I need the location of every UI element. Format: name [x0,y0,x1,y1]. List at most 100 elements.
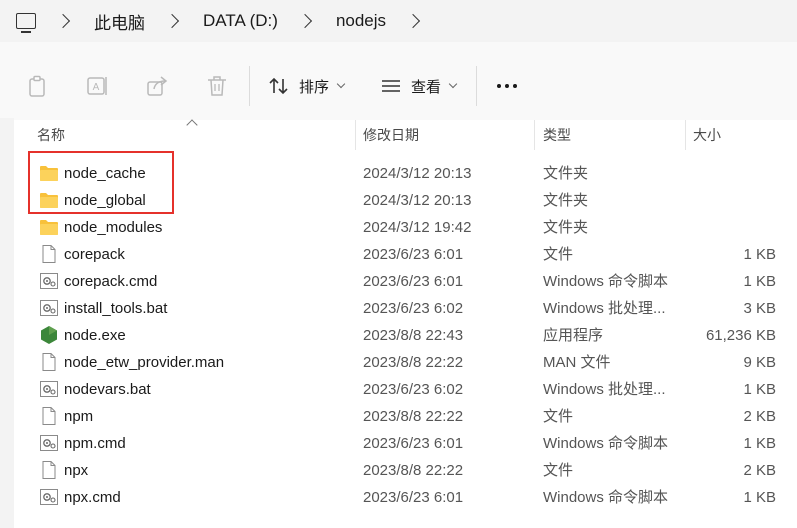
file-name: install_tools.bat [64,300,168,317]
file-row[interactable]: corepack 2023/6/23 6:01 文件 1 KB [28,241,788,268]
file-date: 2023/6/23 6:01 [363,489,464,506]
file-date: 2023/6/23 6:02 [363,381,464,398]
more-icon[interactable] [497,84,517,88]
file-size: 2 KB [743,462,776,479]
breadcrumb-data-drive[interactable]: DATA (D:) [203,11,278,31]
script-icon [39,380,59,398]
file-icon [39,245,59,263]
column-header-date-label: 修改日期 [363,127,419,143]
script-icon [39,272,59,290]
file-date: 2023/6/23 6:01 [363,246,464,263]
file-name: npm.cmd [64,435,126,452]
file-type: 文件夹 [543,219,589,236]
sort-label: 排序 [299,78,330,96]
file-size: 1 KB [743,273,776,290]
file-date: 2023/6/23 6:02 [363,300,464,317]
chevron-down-icon [336,79,346,89]
file-date: 2023/6/23 6:01 [363,435,464,452]
view-button[interactable]: 查看 [380,72,458,100]
file-icon [39,353,59,371]
file-size: 1 KB [743,489,776,506]
column-header-type-label: 类型 [543,127,571,143]
file-name: npx.cmd [64,489,121,506]
file-type: Windows 命令脚本 [543,435,669,452]
file-row[interactable]: npx.cmd 2023/6/23 6:01 Windows 命令脚本 1 KB [28,484,788,511]
file-date: 2023/8/8 22:22 [363,354,464,371]
file-date: 2023/8/8 22:22 [363,408,464,425]
column-header-name[interactable]: 名称 [37,120,355,150]
file-size: 9 KB [743,354,776,371]
file-name: npm [64,408,94,425]
script-icon [39,299,59,317]
address-bar[interactable]: 此电脑 DATA (D:) nodejs [0,0,797,42]
file-name: nodevars.bat [64,381,151,398]
file-row[interactable]: npm 2023/8/8 22:22 文件 2 KB [28,403,788,430]
file-size: 1 KB [743,435,776,452]
file-type: Windows 批处理... [543,381,666,398]
file-date: 2024/3/12 20:13 [363,165,472,182]
column-divider[interactable] [534,120,535,150]
delete-icon[interactable] [205,74,229,98]
column-header-size[interactable]: 大小 [693,120,783,150]
file-icon [39,407,59,425]
copy-icon[interactable] [25,74,49,98]
file-date: 2024/3/12 20:13 [363,192,472,209]
chevron-right-icon[interactable] [405,13,421,29]
file-size: 2 KB [743,408,776,425]
file-type: MAN 文件 [543,354,611,371]
file-row[interactable]: npx 2023/8/8 22:22 文件 2 KB [28,457,788,484]
file-type: Windows 批处理... [543,300,666,317]
chevron-right-icon[interactable] [297,13,313,29]
file-row[interactable]: node_etw_provider.man 2023/8/8 22:22 MAN 文… [28,349,788,376]
file-type: Windows 命令脚本 [543,489,669,506]
file-type: 文件 [543,408,574,425]
command-bar: A 排序 查看 [0,42,797,120]
file-size: 1 KB [743,381,776,398]
chevron-right-icon[interactable] [164,13,180,29]
file-name: npx [64,462,89,479]
breadcrumb-this-pc[interactable]: 此电脑 [94,9,145,34]
toolbar-divider [476,66,477,106]
share-icon[interactable] [145,74,169,98]
script-icon [39,488,59,506]
file-size: 3 KB [743,300,776,317]
sort-button[interactable]: 排序 [268,72,346,100]
file-type: 应用程序 [543,327,604,344]
file-row[interactable]: node.exe 2023/8/8 22:43 应用程序 61,236 KB [28,322,788,349]
computer-icon[interactable] [16,13,36,33]
file-row[interactable]: npm.cmd 2023/6/23 6:01 Windows 命令脚本 1 KB [28,430,788,457]
breadcrumb-nodejs[interactable]: nodejs [336,11,386,31]
file-date: 2024/3/12 19:42 [363,219,472,236]
column-header-size-label: 大小 [693,127,721,143]
file-type: 文件 [543,246,574,263]
navigation-pane-edge [0,118,14,528]
file-row[interactable]: nodevars.bat 2023/6/23 6:02 Windows 批处理...… [28,376,788,403]
file-size: 1 KB [743,246,776,263]
sort-icon [269,77,288,95]
file-name: node_modules [64,219,163,236]
file-name: corepack [64,246,125,263]
column-header-name-label: 名称 [37,127,65,143]
column-header-date[interactable]: 修改日期 [363,120,533,150]
script-icon [39,434,59,452]
file-row[interactable]: corepack.cmd 2023/6/23 6:01 Windows 命令脚本 1 … [28,268,788,295]
column-divider[interactable] [685,120,686,150]
file-name: node.exe [64,327,126,344]
file-name: corepack.cmd [64,273,158,290]
file-type: Windows 命令脚本 [543,273,669,290]
file-type: 文件夹 [543,192,589,209]
column-divider[interactable] [355,120,356,150]
column-header-type[interactable]: 类型 [543,120,683,150]
chevron-right-icon[interactable] [55,13,71,29]
view-icon [382,80,400,92]
file-row[interactable]: node_modules 2024/3/12 19:42 文件夹 [28,214,788,241]
file-icon [39,461,59,479]
nodejs-icon [39,326,59,344]
file-date: 2023/6/23 6:01 [363,273,464,290]
view-label: 查看 [411,78,442,96]
file-row[interactable]: install_tools.bat 2023/6/23 6:02 Windows 批… [28,295,788,322]
file-date: 2023/8/8 22:43 [363,327,464,344]
file-type: 文件 [543,462,574,479]
rename-icon[interactable]: A [85,74,109,98]
file-size: 61,236 KB [705,327,776,344]
